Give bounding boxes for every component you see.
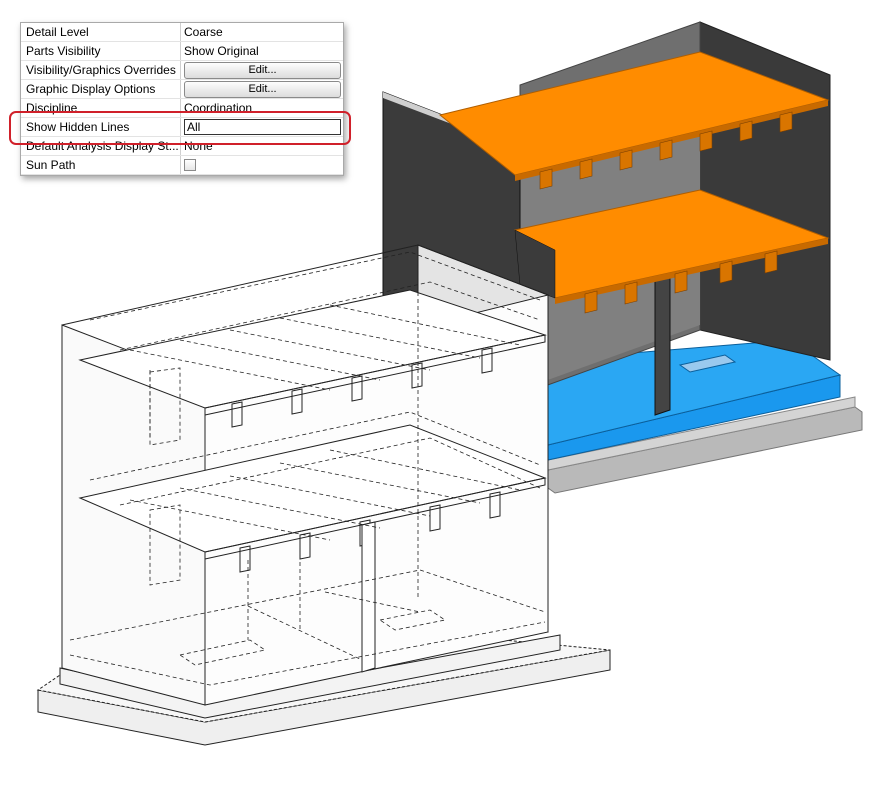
property-row-detail-level: Detail Level Coarse xyxy=(21,23,343,42)
property-row-discipline: Discipline Coordination xyxy=(21,99,343,118)
property-row-graphic-display: Graphic Display Options Edit... xyxy=(21,80,343,99)
property-label: Sun Path xyxy=(21,156,181,174)
property-label: Parts Visibility xyxy=(21,42,181,60)
properties-panel: Detail Level Coarse Parts Visibility Sho… xyxy=(20,22,344,176)
property-row-sun-path: Sun Path xyxy=(21,156,343,175)
property-label: Detail Level xyxy=(21,23,181,41)
show-hidden-lines-select[interactable]: All xyxy=(184,119,341,135)
property-label: Show Hidden Lines xyxy=(21,118,181,136)
property-label: Default Analysis Display St... xyxy=(21,137,181,155)
property-row-analysis-display: Default Analysis Display St... None xyxy=(21,137,343,156)
property-label: Visibility/Graphics Overrides xyxy=(21,61,181,79)
property-row-vg-overrides: Visibility/Graphics Overrides Edit... xyxy=(21,61,343,80)
graphic-display-edit-button[interactable]: Edit... xyxy=(184,81,341,98)
hidden-line-model-view xyxy=(36,244,611,746)
discipline-value[interactable]: Coordination xyxy=(181,99,343,117)
vg-overrides-edit-button[interactable]: Edit... xyxy=(184,62,341,79)
sun-path-checkbox[interactable] xyxy=(184,159,196,171)
detail-level-value[interactable]: Coarse xyxy=(181,23,343,41)
property-label: Graphic Display Options xyxy=(21,80,181,98)
parts-visibility-value[interactable]: Show Original xyxy=(181,42,343,60)
analysis-display-value[interactable]: None xyxy=(181,137,343,155)
property-row-parts-visibility: Parts Visibility Show Original xyxy=(21,42,343,61)
property-row-show-hidden-lines: Show Hidden Lines All xyxy=(21,118,343,137)
property-label: Discipline xyxy=(21,99,181,117)
